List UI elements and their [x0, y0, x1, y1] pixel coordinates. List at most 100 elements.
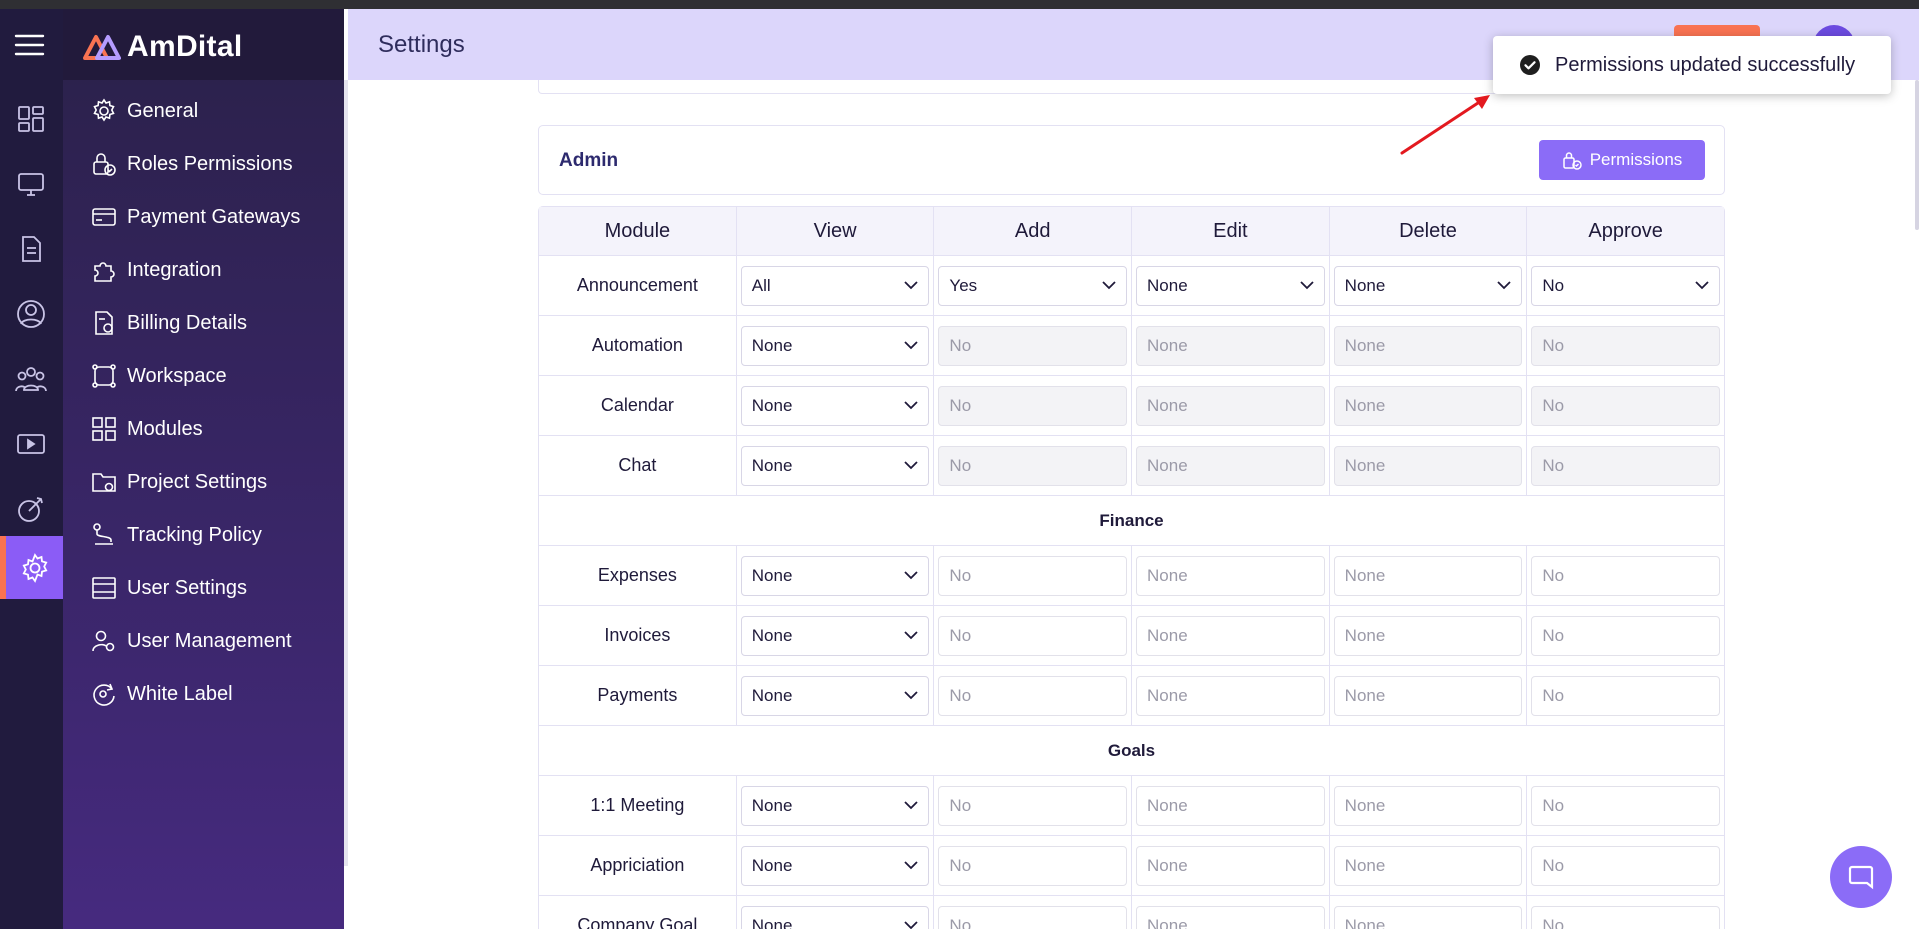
- delete-field-disabled: None: [1333, 905, 1523, 929]
- edit-field-disabled: None: [1136, 385, 1325, 426]
- user-gear-icon: [92, 630, 115, 652]
- sidebar-item-workspace[interactable]: Workspace: [91, 356, 227, 396]
- sidebar-item-user-settings[interactable]: User Settings: [91, 568, 247, 608]
- permissions-button[interactable]: Permissions: [1539, 140, 1705, 180]
- add-field-disabled: No: [938, 845, 1128, 886]
- chevron-down-icon: [904, 401, 919, 410]
- approve-field-disabled: No: [1531, 325, 1720, 366]
- document-icon[interactable]: [13, 231, 49, 267]
- edit-field-disabled: None: [1136, 785, 1325, 826]
- sidebar-item-label: User Management: [127, 629, 292, 652]
- brand-name: AmDital: [127, 30, 243, 63]
- sidebar-item-roles-permissions[interactable]: Roles Permissions: [91, 144, 293, 184]
- approve-field-disabled: No: [1531, 445, 1720, 486]
- user-circle-icon[interactable]: [13, 296, 49, 332]
- view-select[interactable]: All: [740, 265, 930, 306]
- delete-field-disabled: None: [1333, 675, 1523, 716]
- delete-field-disabled: None: [1333, 845, 1523, 886]
- sidebar-item-general[interactable]: General: [91, 91, 198, 131]
- menu-icon[interactable]: [13, 31, 51, 59]
- add-select[interactable]: Yes: [938, 265, 1128, 306]
- select-value: All: [751, 275, 771, 295]
- select-value: None: [1344, 275, 1386, 295]
- sidebar-item-label: Payment Gateways: [127, 205, 301, 228]
- chevron-down-icon: [1102, 281, 1116, 290]
- goal-icon[interactable]: [13, 491, 49, 527]
- success-toast: Permissions updated successfully: [1493, 36, 1891, 94]
- grid-icon: [92, 417, 116, 441]
- permissions-table: Module View Add Edit Delete Approve Anno…: [538, 206, 1725, 929]
- sidebar-item-label: Project Settings: [127, 470, 268, 493]
- column-header: Delete: [1329, 207, 1528, 256]
- view-select[interactable]: None: [740, 555, 930, 596]
- settings-sidebar: AmDital General Roles Permissions Paymen…: [63, 9, 344, 929]
- lock-icon: [93, 153, 116, 176]
- sidebar-item-tracking-policy[interactable]: Tracking Policy: [91, 515, 262, 555]
- chevron-down-icon: [904, 861, 919, 870]
- lock-icon: [1562, 152, 1582, 170]
- chevron-down-icon: [904, 341, 919, 350]
- chat-button[interactable]: [1830, 846, 1892, 908]
- select-value: None: [1147, 275, 1188, 295]
- video-icon[interactable]: [13, 426, 49, 462]
- workspace-icon: [92, 364, 116, 388]
- select-value: None: [751, 625, 793, 645]
- view-select[interactable]: None: [740, 905, 930, 929]
- brand-logo[interactable]: AmDital: [83, 27, 242, 67]
- page-scrollbar[interactable]: [1915, 80, 1919, 230]
- settings-icon[interactable]: [0, 536, 63, 599]
- sidebar-item-label: Integration: [127, 258, 222, 281]
- table-row: Chat None No None None No: [539, 436, 1724, 496]
- approve-select[interactable]: No: [1531, 265, 1720, 306]
- view-select[interactable]: None: [740, 845, 930, 886]
- sidebar-item-label: White Label: [127, 682, 233, 705]
- sidebar-item-billing-details[interactable]: Billing Details: [91, 303, 247, 343]
- table-header-row: Module View Add Edit Delete Approve: [539, 207, 1724, 256]
- window-top-strip: [0, 0, 1919, 9]
- sidebar-item-integration[interactable]: Integration: [91, 250, 222, 290]
- view-select[interactable]: None: [740, 675, 930, 716]
- select-value: Yes: [949, 275, 978, 295]
- sidebar-item-label: Modules: [127, 417, 203, 440]
- sidebar-item-project-settings[interactable]: Project Settings: [91, 462, 267, 502]
- edit-field-disabled: None: [1136, 325, 1325, 366]
- toast-message: Permissions updated successfully: [1555, 53, 1856, 76]
- add-field-disabled: No: [938, 905, 1128, 929]
- gear-icon: [93, 98, 115, 122]
- module-name: Appriciation: [539, 836, 737, 896]
- team-icon[interactable]: [13, 361, 49, 397]
- view-select[interactable]: None: [740, 615, 930, 656]
- puzzle-icon: [94, 262, 115, 282]
- chevron-down-icon: [904, 631, 919, 640]
- column-header: Module: [539, 207, 737, 256]
- module-name: Invoices: [539, 606, 737, 666]
- delete-field-disabled: None: [1333, 785, 1523, 826]
- module-name: 1:1 Meeting: [539, 776, 737, 836]
- view-select[interactable]: None: [740, 445, 930, 486]
- delete-field-disabled: None: [1333, 445, 1523, 486]
- sidebar-item-payment-gateways[interactable]: Payment Gateways: [91, 197, 300, 237]
- route-icon: [93, 523, 113, 545]
- sidebar-item-label: General: [127, 99, 199, 122]
- module-name: Chat: [539, 436, 737, 496]
- sidebar-item-modules[interactable]: Modules: [91, 409, 203, 449]
- view-select[interactable]: None: [740, 785, 930, 826]
- dashboard-icon[interactable]: [13, 101, 49, 137]
- credit-card-icon: [92, 208, 116, 226]
- folder-gear-icon: [92, 473, 116, 492]
- sidebar-item-user-management[interactable]: User Management: [91, 621, 292, 661]
- approve-field-disabled: No: [1531, 675, 1720, 716]
- view-select[interactable]: None: [740, 325, 930, 366]
- table-row: Appriciation None No None None No: [539, 836, 1724, 896]
- annotation-arrow: [1400, 95, 1490, 155]
- delete-select[interactable]: None: [1333, 265, 1523, 306]
- sidebar-item-white-label[interactable]: White Label: [91, 674, 233, 714]
- monitor-icon[interactable]: [13, 166, 49, 202]
- edit-select[interactable]: None: [1136, 265, 1325, 306]
- tag-icon: [93, 683, 115, 706]
- view-select[interactable]: None: [740, 385, 930, 426]
- page-title: Settings: [378, 31, 465, 58]
- chevron-down-icon: [904, 461, 919, 470]
- chevron-down-icon: [1497, 281, 1511, 290]
- module-name: Calendar: [539, 376, 737, 436]
